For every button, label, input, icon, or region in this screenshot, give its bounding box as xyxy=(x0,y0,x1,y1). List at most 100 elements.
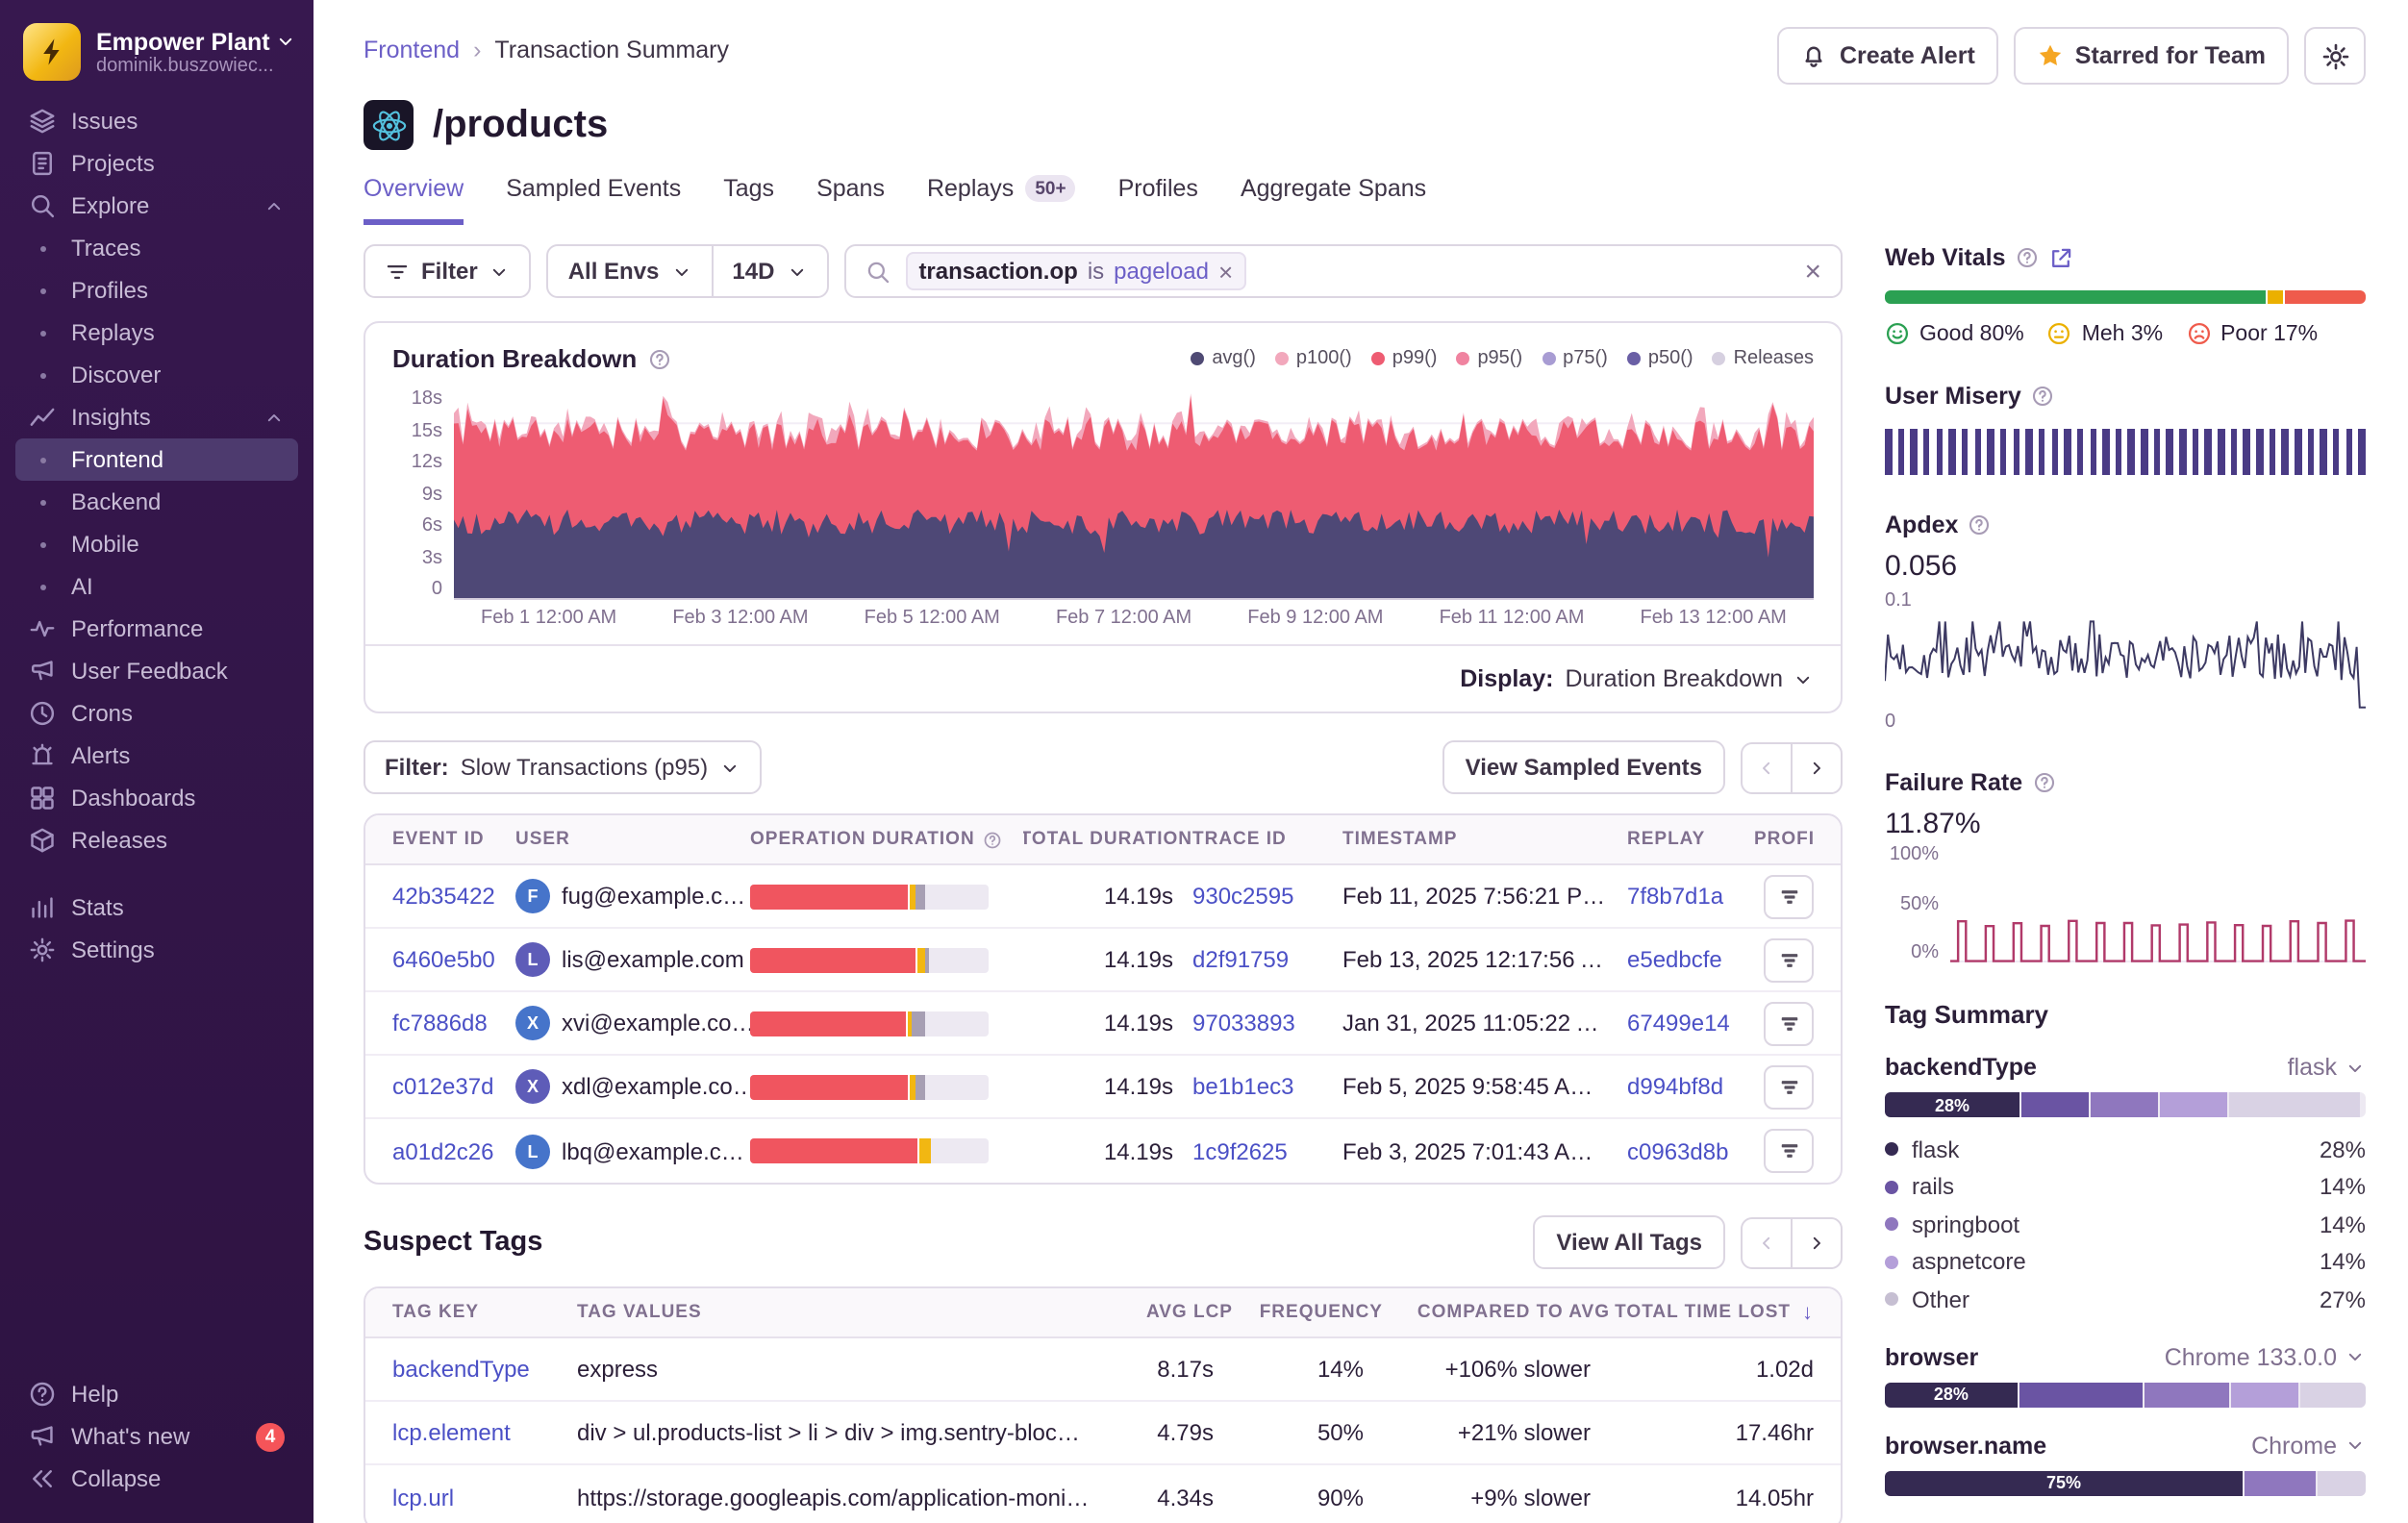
sidebar-item-issues[interactable]: Issues xyxy=(15,100,298,142)
y-tick-label: 9s xyxy=(422,484,442,505)
create-alert-button[interactable]: Create Alert xyxy=(1778,27,1998,85)
sidebar-item-traces[interactable]: Traces xyxy=(15,227,298,269)
legend-item-p95[interactable]: p95() xyxy=(1456,348,1522,369)
sidebar-item-collapse[interactable]: Collapse xyxy=(15,1458,298,1500)
trace-id-link[interactable]: be1b1ec3 xyxy=(1192,1073,1293,1100)
tab-tags[interactable]: Tags xyxy=(723,175,774,225)
legend-item-p75[interactable]: p75() xyxy=(1542,348,1608,369)
column-header-label: PROFILE xyxy=(1754,829,1814,850)
tag-value-selector[interactable]: flask xyxy=(2288,1054,2366,1081)
legend-item-p100[interactable]: p100() xyxy=(1275,348,1352,369)
operation-duration-info-icon[interactable] xyxy=(983,830,1002,849)
legend-item-p50[interactable]: p50() xyxy=(1627,348,1693,369)
sidebar-item-stats[interactable]: Stats xyxy=(15,886,298,929)
sidebar-item-help[interactable]: Help xyxy=(15,1373,298,1415)
legend-item-p99[interactable]: p99() xyxy=(1371,348,1438,369)
view-sampled-events-button[interactable]: View Sampled Events xyxy=(1442,740,1725,794)
settings-gear-button[interactable] xyxy=(2304,27,2366,85)
pager-previous-button[interactable] xyxy=(1741,1216,1793,1268)
pager-next-button[interactable] xyxy=(1791,1216,1843,1268)
web-vitals-open-icon[interactable] xyxy=(2048,245,2073,270)
replay-id-link[interactable]: 7f8b7d1a xyxy=(1627,883,1723,910)
trace-id-link[interactable]: 1c9f2625 xyxy=(1192,1137,1288,1164)
starred-for-team-button[interactable]: Starred for Team xyxy=(2014,27,2289,85)
search-token[interactable]: transaction.op is pageload × xyxy=(905,252,1246,290)
profile-button[interactable] xyxy=(1764,1001,1814,1045)
legend-dot-icon xyxy=(1191,352,1204,365)
tab-profiles[interactable]: Profiles xyxy=(1118,175,1198,225)
breadcrumb-frontend[interactable]: Frontend xyxy=(364,37,460,63)
apdex-info-icon[interactable] xyxy=(1968,513,1991,537)
tab-sampled-events[interactable]: Sampled Events xyxy=(506,175,681,225)
avatar: X xyxy=(515,1069,550,1104)
user-misery-info-icon[interactable] xyxy=(2031,385,2054,408)
legend-label: avg() xyxy=(1212,348,1256,369)
event-id-link[interactable]: c012e37d xyxy=(392,1073,493,1100)
sidebar-item-dashboards[interactable]: Dashboards xyxy=(15,777,298,819)
tag-key-link[interactable]: lcp.element xyxy=(392,1419,511,1446)
sidebar-item-settings[interactable]: Settings xyxy=(15,929,298,971)
replay-id-link[interactable]: e5edbcfe xyxy=(1627,946,1722,973)
sidebar-item-ai[interactable]: AI xyxy=(15,565,298,608)
transaction-filter-selector[interactable]: Filter: Slow Transactions (p95) xyxy=(364,740,762,794)
failure-rate-y-axis: 100%50%0% xyxy=(1885,844,1943,963)
operation-duration-cell xyxy=(750,884,1023,909)
trace-id-link[interactable]: 97033893 xyxy=(1192,1010,1295,1036)
search-input[interactable]: transaction.op is pageload × × xyxy=(843,244,1843,298)
sidebar-item-user-feedback[interactable]: User Feedback xyxy=(15,650,298,692)
search-clear-icon[interactable]: × xyxy=(1804,257,1821,286)
sidebar-item-what-s-new[interactable]: What's new4 xyxy=(15,1415,298,1458)
tab-spans[interactable]: Spans xyxy=(816,175,885,225)
sidebar-item-crons[interactable]: Crons xyxy=(15,692,298,735)
tag-value-selector[interactable]: Chrome 133.0.0 xyxy=(2165,1343,2366,1370)
replay-id-link[interactable]: 67499e14 xyxy=(1627,1010,1730,1036)
trace-id-link[interactable]: d2f91759 xyxy=(1192,946,1289,973)
sidebar-item-profiles[interactable]: Profiles xyxy=(15,269,298,312)
sidebar-item-alerts[interactable]: Alerts xyxy=(15,735,298,777)
tab-aggregate-spans[interactable]: Aggregate Spans xyxy=(1241,175,1426,225)
filter-button[interactable]: Filter xyxy=(364,244,532,298)
date-range-selector[interactable]: 14D xyxy=(711,244,828,298)
sidebar-item-mobile[interactable]: Mobile xyxy=(15,523,298,565)
sidebar-item-explore[interactable]: Explore xyxy=(15,185,298,227)
tag-key-link[interactable]: backendType xyxy=(392,1356,530,1383)
sidebar-item-projects[interactable]: Projects xyxy=(15,142,298,185)
event-id-link[interactable]: fc7886d8 xyxy=(392,1010,488,1036)
sidebar-item-replays[interactable]: Replays xyxy=(15,312,298,354)
sidebar-item-performance[interactable]: Performance xyxy=(15,608,298,650)
failure-rate-info-icon[interactable] xyxy=(2032,771,2055,794)
profile-button[interactable] xyxy=(1764,937,1814,982)
token-remove-icon[interactable]: × xyxy=(1218,259,1233,284)
legend-item-avg[interactable]: avg() xyxy=(1191,348,1256,369)
event-id-link[interactable]: a01d2c26 xyxy=(392,1137,493,1164)
duration-info-icon[interactable] xyxy=(648,347,671,370)
sort-desc-icon[interactable]: ↓ xyxy=(1802,1301,1814,1324)
web-vitals-info-icon[interactable] xyxy=(2016,246,2039,269)
view-all-tags-button[interactable]: View All Tags xyxy=(1533,1215,1725,1269)
sidebar-item-frontend[interactable]: Frontend xyxy=(15,438,298,481)
trace-id-link[interactable]: 930c2595 xyxy=(1192,883,1293,910)
display-selector[interactable]: Duration Breakdown xyxy=(1565,665,1814,692)
profile-button[interactable] xyxy=(1764,874,1814,918)
tab-overview[interactable]: Overview xyxy=(364,175,464,225)
environment-selector[interactable]: All Envs xyxy=(547,244,714,298)
tag-value-selector[interactable]: Chrome xyxy=(2251,1432,2366,1459)
replay-id-link[interactable]: c0963d8b xyxy=(1627,1137,1728,1164)
pager-previous-button[interactable] xyxy=(1741,741,1793,793)
replay-id-link[interactable]: d994bf8d xyxy=(1627,1073,1723,1100)
legend-item-releases[interactable]: Releases xyxy=(1713,348,1814,369)
sidebar-item-insights[interactable]: Insights xyxy=(15,396,298,438)
profile-button[interactable] xyxy=(1764,1064,1814,1109)
tab-replays[interactable]: Replays50+ xyxy=(927,175,1076,225)
tag-key-link[interactable]: lcp.url xyxy=(392,1484,454,1511)
org-switcher[interactable]: Empower Plant dominik.buszowiec... xyxy=(15,19,298,100)
pager-next-button[interactable] xyxy=(1791,741,1843,793)
sidebar-item-discover[interactable]: Discover xyxy=(15,354,298,396)
profile-button[interactable] xyxy=(1764,1129,1814,1173)
event-id-link[interactable]: 6460e5b0 xyxy=(392,946,495,973)
sidebar-item-backend[interactable]: Backend xyxy=(15,481,298,523)
event-id-link[interactable]: 42b35422 xyxy=(392,883,495,910)
total-duration-cell: 14.19s xyxy=(1023,1073,1192,1100)
frequency-cell: 50% xyxy=(1233,1419,1383,1446)
sidebar-item-releases[interactable]: Releases xyxy=(15,819,298,861)
